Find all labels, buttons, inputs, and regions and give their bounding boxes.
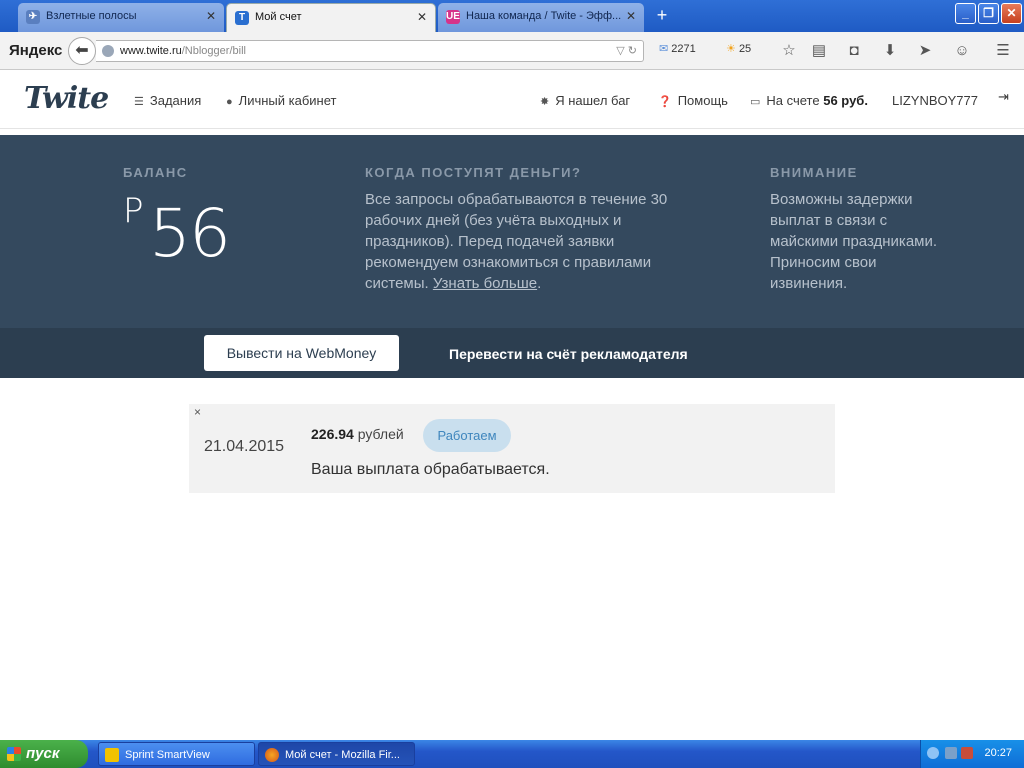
- task-label: Sprint SmartView: [125, 749, 210, 761]
- nav-bug-label: Я нашел баг: [555, 93, 631, 108]
- nav-balance-prefix: На счете: [766, 93, 820, 108]
- user-icon: ●: [226, 96, 233, 108]
- reader-list-icon[interactable]: ▤: [808, 40, 830, 62]
- tab-label: Взлетные полосы: [46, 10, 137, 22]
- mail-icon: ✉: [659, 43, 669, 55]
- close-icon[interactable]: ×: [194, 405, 201, 419]
- airplane-icon: ✈: [26, 10, 40, 24]
- nav-username[interactable]: LIZYNBOY777: [892, 93, 978, 108]
- play-icon: [105, 748, 119, 762]
- ruble-icon: Р: [123, 191, 144, 231]
- payout-amount-value: 226.94: [311, 426, 354, 442]
- transfer-to-advertiser-button[interactable]: Перевести на счёт рекламодателя: [449, 346, 688, 362]
- payout-unit: рублей: [357, 426, 404, 442]
- weather-widget[interactable]: ☀ 25: [726, 42, 751, 55]
- tab-runways[interactable]: ✈ Взлетные полосы ✕: [18, 3, 224, 32]
- question-icon: ❓: [658, 96, 672, 108]
- maximize-button[interactable]: ❐: [978, 3, 999, 24]
- firefox-icon: [265, 748, 279, 762]
- balance-panel: БАЛАНС Р 56 КОГДА ПОСТУПЯТ ДЕНЬГИ? Все з…: [0, 135, 1024, 328]
- nav-balance[interactable]: ▭ На счете 56 руб.: [750, 93, 868, 108]
- nav-help-label: Помощь: [677, 93, 728, 108]
- download-icon[interactable]: ⬇: [879, 40, 901, 62]
- attention-title: ВНИМАНИЕ: [770, 165, 858, 180]
- when-money-tail: .: [537, 275, 542, 292]
- twite-logo[interactable]: Twite: [24, 81, 109, 116]
- task-sprint-smartview[interactable]: Sprint SmartView: [98, 742, 255, 766]
- browser-navbar: Яндекс ⬅ www.twite.ru/Nblogger/bill ▽ ↻ …: [0, 32, 1024, 70]
- status-badge: Работаем: [423, 419, 511, 452]
- sun-icon: ☀: [726, 43, 736, 55]
- when-money-text: Все запросы обрабатываются в течение 30 …: [365, 189, 675, 294]
- tab-my-account[interactable]: T Мой счет ✕: [226, 3, 436, 32]
- payout-date: 21.04.2015: [204, 438, 285, 455]
- nav-bug[interactable]: ✸ Я нашел баг: [540, 93, 630, 108]
- nav-cabinet[interactable]: ● Личный кабинет: [226, 93, 336, 108]
- globe-icon: [102, 45, 114, 57]
- network-icon[interactable]: [945, 747, 957, 759]
- window-close-button[interactable]: ✕: [1001, 3, 1022, 24]
- new-tab-button[interactable]: +: [652, 5, 672, 27]
- card-icon: ▭: [750, 96, 761, 108]
- system-tray: 20:27: [920, 740, 1024, 768]
- minimize-button[interactable]: _: [955, 3, 976, 24]
- tray-arrow-icon[interactable]: [927, 747, 939, 759]
- url-domain: www.twite.ru: [120, 45, 182, 57]
- tab-our-team[interactable]: UE Наша команда / Twite - Эфф... ✕: [438, 3, 644, 32]
- nav-tasks[interactable]: ☰ Задания: [134, 93, 201, 108]
- ue-favicon-icon: UE: [446, 10, 460, 24]
- tab-label: Наша команда / Twite - Эфф...: [466, 10, 622, 22]
- clock: 20:27: [984, 747, 1012, 759]
- when-money-title: КОГДА ПОСТУПЯТ ДЕНЬГИ?: [365, 165, 582, 180]
- payout-amount: 226.94 рублей: [311, 426, 404, 442]
- mail-widget[interactable]: ✉ 2271: [659, 42, 696, 55]
- close-icon[interactable]: ✕: [417, 4, 427, 31]
- tab-label: Мой счет: [255, 11, 302, 23]
- close-icon[interactable]: ✕: [206, 3, 216, 30]
- action-bar: Вывести на WebMoney Перевести на счёт ре…: [0, 328, 1024, 378]
- bug-icon: ✸: [540, 96, 550, 108]
- smiley-icon[interactable]: ☺: [951, 40, 973, 62]
- learn-more-link[interactable]: Узнать больше: [433, 275, 537, 292]
- payout-message: Ваша выплата обрабатывается.: [311, 461, 550, 478]
- yandex-logo[interactable]: Яндекс: [9, 42, 62, 59]
- withdraw-webmoney-button[interactable]: Вывести на WebMoney: [204, 335, 399, 371]
- task-label: Мой счет - Mozilla Fir...: [285, 749, 400, 761]
- attention-text: Возможны задержки выплат в связи с майск…: [770, 191, 938, 292]
- list-icon: ☰: [134, 96, 144, 108]
- start-label: пуск: [26, 745, 60, 762]
- close-icon[interactable]: ✕: [626, 3, 636, 30]
- bookmark-star-icon[interactable]: ☆: [778, 40, 800, 62]
- browser-tab-strip: ✈ Взлетные полосы ✕ T Мой счет ✕ UE Наша…: [0, 0, 1024, 32]
- balance-title: БАЛАНС: [123, 165, 188, 180]
- yandex-logo-text: Яндекс: [9, 42, 63, 59]
- url-path: /Nblogger/bill: [181, 45, 246, 57]
- back-button[interactable]: ⬅: [68, 37, 96, 65]
- url-bar[interactable]: www.twite.ru/Nblogger/bill ▽ ↻: [96, 40, 644, 62]
- logout-icon[interactable]: ⇥: [998, 89, 1009, 105]
- weather-value: 25: [738, 43, 752, 55]
- mail-count: 2271: [671, 43, 696, 55]
- reload-icon[interactable]: ▽ ↻: [616, 41, 637, 61]
- payout-card: × 21.04.2015 226.94 рублей Работаем Ваша…: [189, 404, 835, 493]
- twite-favicon-icon: T: [235, 11, 249, 25]
- flag-icon[interactable]: [961, 747, 973, 759]
- nav-balance-value: 56 руб.: [823, 93, 868, 108]
- windows-taskbar: пуск Sprint SmartView Мой счет - Mozilla…: [0, 740, 1024, 768]
- balance-value: 56: [149, 195, 231, 272]
- nav-tasks-label: Задания: [149, 93, 202, 108]
- nav-help[interactable]: ❓ Помощь: [658, 93, 728, 108]
- nav-cabinet-label: Личный кабинет: [238, 93, 337, 108]
- site-header: Twite ☰ Задания ● Личный кабинет ✸ Я нашел …: [0, 71, 1024, 129]
- task-firefox[interactable]: Мой счет - Mozilla Fir...: [258, 742, 415, 766]
- start-button[interactable]: пуск: [0, 740, 88, 768]
- pocket-icon[interactable]: ◘: [843, 40, 865, 62]
- menu-icon[interactable]: ☰: [992, 40, 1014, 62]
- windows-flag-icon: [7, 747, 21, 761]
- send-icon[interactable]: ➤: [914, 40, 936, 62]
